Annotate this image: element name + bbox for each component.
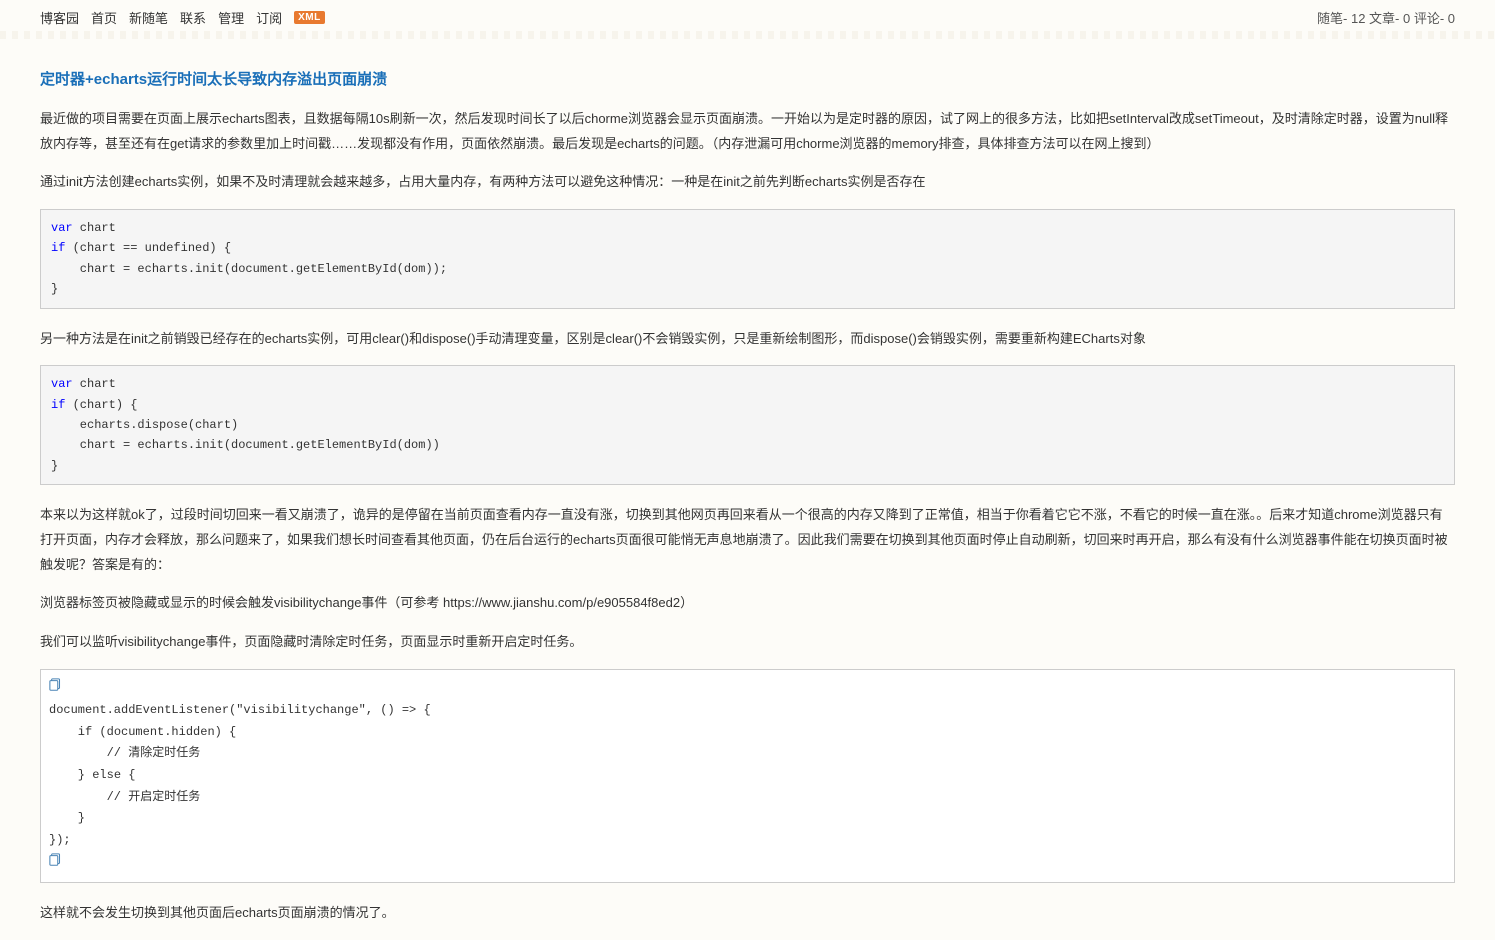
nav-manage[interactable]: 管理: [218, 8, 244, 27]
code-text: chart = echarts.init(document.getElement…: [51, 438, 440, 452]
code-keyword: if: [51, 398, 65, 412]
paragraph: 我们可以监听visibilitychange事件，页面隐藏时清除定时任务，页面显…: [40, 630, 1455, 655]
code-text: }: [49, 768, 92, 782]
paragraph: 另一种方法是在init之前销毁已经存在的echarts实例，可用clear()和…: [40, 327, 1455, 352]
code-comment: 开启定时任务: [128, 790, 200, 804]
nav-site[interactable]: 博客园: [40, 8, 79, 27]
code-comment: //: [49, 790, 128, 804]
code-block-1: var chart if (chart == undefined) { char…: [40, 209, 1455, 309]
paragraph: 通过init方法创建echarts实例，如果不及时清理就会越来越多，占用大量内存…: [40, 170, 1455, 195]
code-text: (document.hidden) {: [92, 725, 236, 739]
paragraph: 最近做的项目需要在页面上展示echarts图表，且数据每隔10s刷新一次，然后发…: [40, 107, 1455, 156]
code-text: chart: [73, 221, 116, 235]
code-keyword: if: [49, 725, 92, 739]
code-text: });: [49, 833, 71, 847]
paragraph: 这样就不会发生切换到其他页面后echarts页面崩溃的情况了。: [40, 901, 1455, 926]
code-block-3: document.addEventListener("visibilitycha…: [40, 669, 1455, 883]
paragraph: 本来以为这样就ok了，过段时间切回来一看又崩溃了，诡异的是停留在当前页面查看内存…: [40, 503, 1455, 577]
code-keyword: if: [51, 241, 65, 255]
code-keyword: var: [51, 221, 73, 235]
post-content: 定时器+echarts运行时间太长导致内存溢出页面崩溃 最近做的项目需要在页面上…: [40, 40, 1455, 926]
paragraph: 浏览器标签页被隐藏或显示的时候会触发visibilitychange事件（可参考…: [40, 591, 1455, 616]
post-title: 定时器+echarts运行时间太长导致内存溢出页面崩溃: [40, 68, 1455, 89]
copy-icon[interactable]: [49, 678, 63, 692]
nav-subscribe[interactable]: 订阅: [256, 8, 282, 27]
code-text: }: [51, 459, 58, 473]
code-text: }: [51, 282, 58, 296]
code-keyword: var: [51, 377, 73, 391]
code-text: (chart == undefined) {: [65, 241, 231, 255]
code-text: {: [121, 768, 135, 782]
code-keyword: else: [92, 768, 121, 782]
code-text: }: [49, 811, 85, 825]
blog-stats: 随笔- 12 文章- 0 评论- 0: [1317, 8, 1455, 27]
code-block-2: var chart if (chart) { echarts.dispose(c…: [40, 365, 1455, 485]
nav-home[interactable]: 首页: [91, 8, 117, 27]
copy-icon[interactable]: [49, 853, 63, 867]
code-text: echarts.dispose(chart): [51, 418, 238, 432]
nav-links: 博客园 首页 新随笔 联系 管理 订阅 XML: [40, 8, 325, 27]
code-text: chart: [73, 377, 116, 391]
code-comment: //: [49, 746, 128, 760]
nav-newpost[interactable]: 新随笔: [129, 8, 168, 27]
xml-badge-icon[interactable]: XML: [294, 11, 325, 24]
code-comment: 清除定时任务: [128, 746, 200, 760]
code-text: document.addEventListener("visibilitycha…: [49, 703, 431, 717]
code-text: (chart) {: [65, 398, 137, 412]
code-text: chart = echarts.init(document.getElement…: [51, 262, 447, 276]
post-title-link[interactable]: 定时器+echarts运行时间太长导致内存溢出页面崩溃: [40, 71, 387, 88]
top-bar: 博客园 首页 新随笔 联系 管理 订阅 XML 随笔- 12 文章- 0 评论-…: [40, 0, 1455, 40]
nav-contact[interactable]: 联系: [180, 8, 206, 27]
